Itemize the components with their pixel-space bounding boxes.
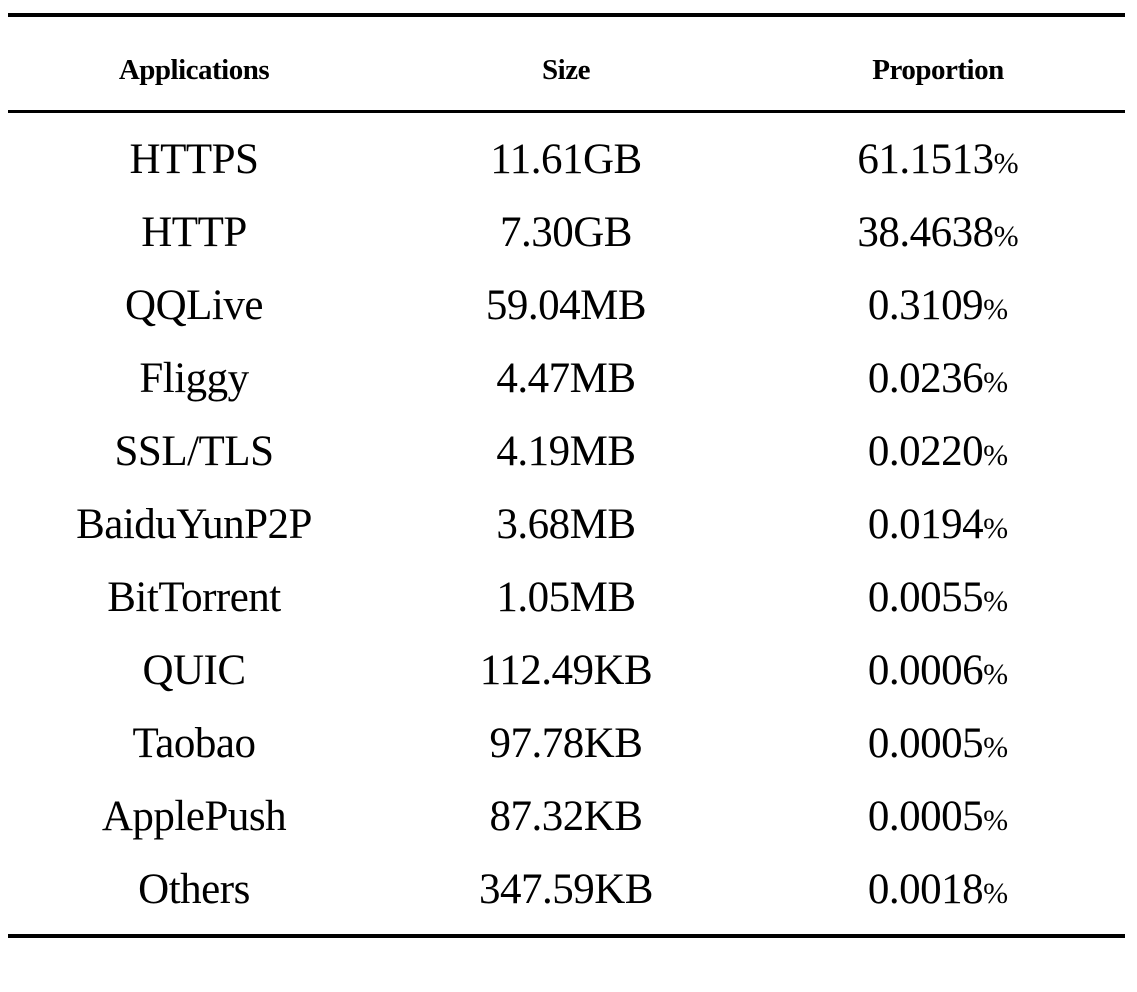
table-row: HTTP 7.30GB 38.4638%	[8, 196, 1125, 269]
table-row: Others 347.59KB 0.0018%	[8, 853, 1125, 926]
proportion-cell: 38.4638%	[857, 208, 1018, 257]
table-row: ApplePush 87.32KB 0.0005%	[8, 780, 1125, 853]
percent-sign: %	[983, 585, 1009, 618]
proportion-value: 0.0006	[867, 647, 984, 694]
table-row: BitTorrent 1.05MB 0.0055%	[8, 561, 1125, 634]
application-cell: ApplePush	[101, 793, 287, 840]
size-cell: 4.19MB	[496, 428, 636, 475]
table-header: Applications Size Proportion	[8, 48, 1125, 92]
proportion-value: 0.0055	[867, 574, 984, 621]
size-cell: 347.59KB	[479, 866, 653, 913]
application-cell: Fliggy	[139, 355, 249, 402]
proportion-value: 61.1513	[857, 136, 994, 183]
proportion-value: 0.0194	[867, 501, 984, 548]
table-row: Taobao 97.78KB 0.0005%	[8, 707, 1125, 780]
proportion-cell: 0.0220%	[868, 427, 1008, 476]
proportion-cell: 0.0006%	[868, 646, 1008, 695]
table-row: QUIC 112.49KB 0.0006%	[8, 634, 1125, 707]
size-cell: 97.78KB	[489, 720, 643, 767]
percent-sign: %	[983, 804, 1009, 837]
application-cell: SSL/TLS	[114, 428, 275, 475]
table-row: BaiduYunP2P 3.68MB 0.0194%	[8, 488, 1125, 561]
proportion-cell: 0.0005%	[868, 719, 1008, 768]
application-cell: HTTP	[141, 209, 247, 256]
proportion-cell: 0.3109%	[868, 281, 1008, 330]
proportion-cell: 61.1513%	[857, 135, 1018, 184]
proportion-value: 0.0220	[867, 428, 984, 475]
column-header-applications: Applications	[118, 53, 270, 86]
percent-sign: %	[983, 731, 1009, 764]
proportion-value: 0.0018	[867, 866, 984, 913]
percent-sign: %	[983, 658, 1009, 691]
proportion-value: 0.3109	[867, 282, 984, 329]
percent-sign: %	[983, 512, 1009, 545]
proportion-value: 38.4638	[857, 209, 994, 256]
proportion-cell: 0.0194%	[868, 500, 1008, 549]
size-cell: 11.61GB	[490, 136, 642, 183]
size-cell: 4.47MB	[496, 355, 636, 402]
application-cell: Taobao	[132, 720, 256, 767]
proportion-cell: 0.0236%	[868, 354, 1008, 403]
size-cell: 87.32KB	[489, 793, 643, 840]
application-cell: Others	[138, 866, 250, 913]
top-rule	[8, 13, 1125, 17]
proportion-cell: 0.0018%	[868, 865, 1008, 914]
table-row: QQLive 59.04MB 0.3109%	[8, 269, 1125, 342]
percent-sign: %	[983, 439, 1009, 472]
header-rule	[8, 110, 1125, 113]
column-header-proportion: Proportion	[872, 53, 1004, 86]
proportion-value: 0.0005	[867, 793, 984, 840]
percent-sign: %	[983, 877, 1009, 910]
size-cell: 59.04MB	[485, 282, 647, 329]
application-cell: QUIC	[142, 647, 246, 694]
percent-sign: %	[993, 147, 1019, 180]
proportion-cell: 0.0055%	[868, 573, 1008, 622]
percent-sign: %	[993, 220, 1019, 253]
percent-sign: %	[983, 366, 1009, 399]
proportion-cell: 0.0005%	[868, 792, 1008, 841]
table-row: HTTPS 11.61GB 61.1513%	[8, 123, 1125, 196]
application-cell: BitTorrent	[107, 574, 281, 621]
percent-sign: %	[983, 293, 1009, 326]
application-cell: HTTPS	[129, 136, 259, 183]
size-cell: 112.49KB	[479, 647, 653, 694]
proportion-value: 0.0236	[867, 355, 984, 402]
application-cell: QQLive	[125, 282, 263, 329]
table-row: SSL/TLS 4.19MB 0.0220%	[8, 415, 1125, 488]
size-cell: 1.05MB	[496, 574, 636, 621]
size-cell: 3.68MB	[496, 501, 636, 548]
application-cell: BaiduYunP2P	[76, 501, 312, 548]
table-row: Fliggy 4.47MB 0.0236%	[8, 342, 1125, 415]
bottom-rule	[8, 934, 1125, 938]
column-header-size: Size	[542, 53, 590, 86]
proportion-value: 0.0005	[867, 720, 984, 767]
size-cell: 7.30GB	[500, 209, 632, 256]
